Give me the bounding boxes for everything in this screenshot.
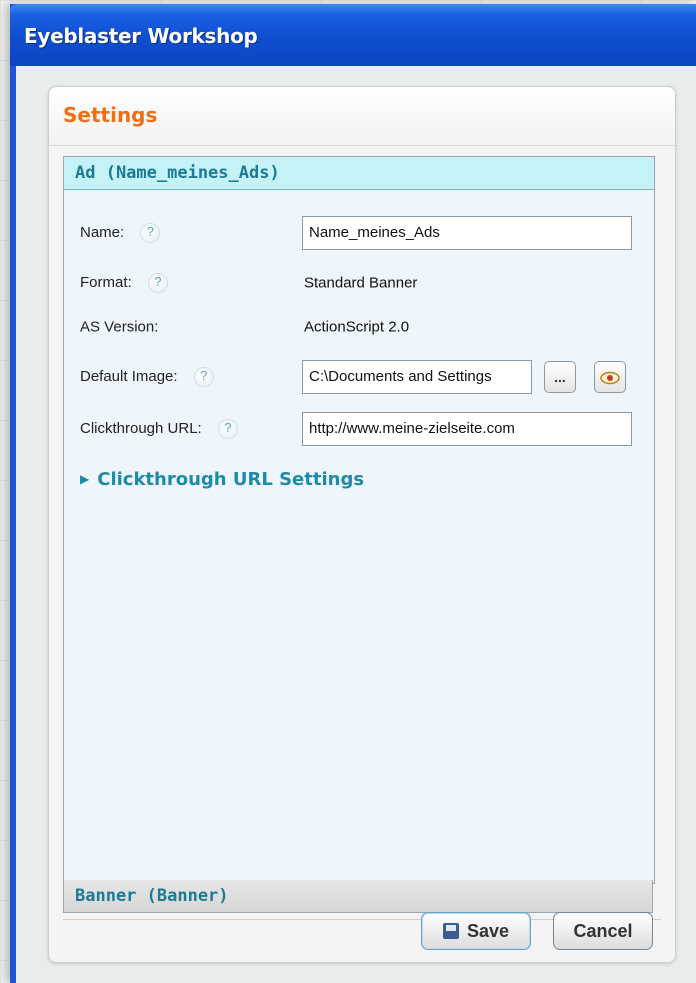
app-window: Eyeblaster Workshop Settings Ad (Name_me… bbox=[10, 4, 696, 983]
as-version-value: ActionScript 2.0 bbox=[304, 318, 410, 336]
clickthrough-url-input[interactable]: http://www.meine-zielseite.com bbox=[302, 412, 632, 446]
browse-button[interactable]: ... bbox=[544, 361, 576, 393]
panel-title: Settings bbox=[63, 103, 158, 127]
name-input[interactable]: Name_meines_Ads bbox=[302, 216, 632, 250]
save-button[interactable]: Save bbox=[421, 912, 531, 950]
settings-panel: Settings Ad (Name_meines_Ads) Name: ? Na… bbox=[48, 86, 676, 963]
client-area: Settings Ad (Name_meines_Ads) Name: ? Na… bbox=[16, 66, 696, 983]
format-row: Format: ? Standard Banner bbox=[64, 263, 654, 303]
window-title: Eyeblaster Workshop bbox=[24, 24, 258, 48]
clickthrough-url-settings-expander[interactable]: ▶ Clickthrough URL Settings bbox=[80, 469, 364, 490]
banner-section-header[interactable]: Banner (Banner) bbox=[63, 880, 653, 913]
eye-icon bbox=[600, 372, 620, 385]
format-label: Format: ? bbox=[80, 273, 168, 293]
name-label: Name: ? bbox=[80, 223, 161, 243]
help-icon[interactable]: ? bbox=[193, 367, 214, 387]
as-version-label: AS Version: bbox=[80, 318, 159, 336]
title-bar[interactable]: Eyeblaster Workshop bbox=[10, 4, 696, 66]
name-row: Name: ? Name_meines_Ads bbox=[64, 213, 654, 253]
help-icon[interactable]: ? bbox=[217, 419, 238, 439]
default-image-label: Default Image: ? bbox=[80, 367, 214, 387]
panel-header: Settings bbox=[49, 87, 675, 146]
preview-button[interactable] bbox=[594, 361, 626, 393]
ad-section: Ad (Name_meines_Ads) Name: ? Name_meines… bbox=[63, 156, 655, 884]
default-image-row: Default Image: ? C:\Documents and Settin… bbox=[64, 357, 654, 397]
format-value: Standard Banner bbox=[304, 274, 418, 292]
as-version-row: AS Version: ActionScript 2.0 bbox=[64, 307, 654, 347]
help-icon[interactable]: ? bbox=[140, 223, 161, 243]
ad-section-header[interactable]: Ad (Name_meines_Ads) bbox=[64, 157, 654, 190]
default-image-input[interactable]: C:\Documents and Settings bbox=[302, 360, 532, 394]
save-disk-icon bbox=[442, 923, 459, 939]
clickthrough-url-label: Clickthrough URL: ? bbox=[80, 419, 238, 439]
cancel-button[interactable]: Cancel bbox=[553, 912, 653, 950]
help-icon[interactable]: ? bbox=[147, 273, 168, 293]
clickthrough-url-row: Clickthrough URL: ? http://www.meine-zie… bbox=[64, 409, 654, 449]
expand-arrow-icon: ▶ bbox=[80, 472, 90, 486]
